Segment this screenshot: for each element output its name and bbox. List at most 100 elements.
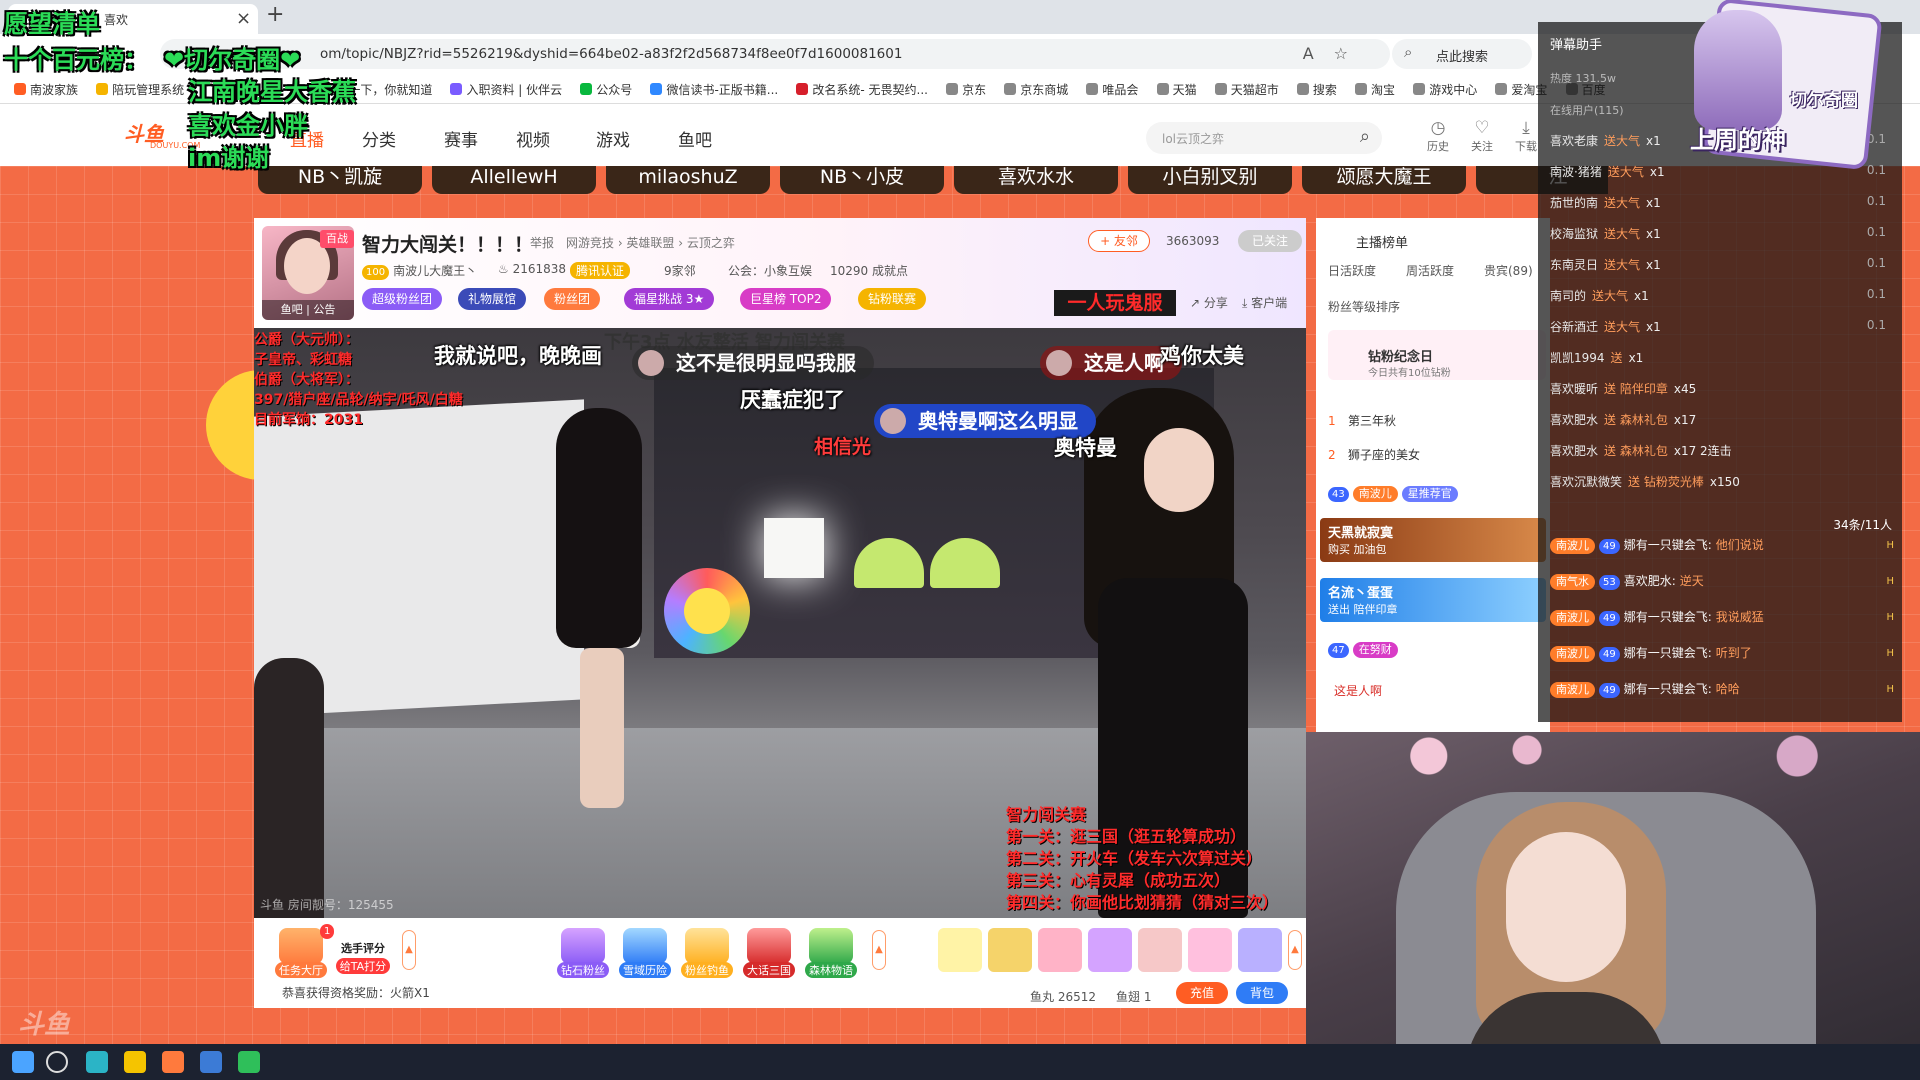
avatar-label[interactable]: 鱼吧 | 公告 — [262, 300, 354, 320]
bookmark-item[interactable]: 天猫 — [1156, 81, 1197, 98]
rank-item[interactable]: NB丶凯旋 — [258, 166, 422, 194]
read-aloud-icon[interactable]: A — [1303, 44, 1334, 63]
rank-item[interactable]: NB丶小皮 — [780, 166, 944, 194]
danmu-text: 相信光 — [814, 436, 872, 458]
rank-item[interactable]: AllellewH — [432, 166, 596, 194]
follow-button[interactable]: ♡ 关注 — [1462, 118, 1502, 154]
nav-events[interactable]: 赛事 — [444, 126, 478, 151]
windows-start-icon[interactable] — [12, 1051, 34, 1073]
close-icon[interactable]: × — [236, 8, 251, 29]
gift-card-icon[interactable] — [1088, 928, 1132, 972]
bookmark-item[interactable]: 改名系统- 无畏契约... — [796, 81, 928, 98]
bookmark-item[interactable]: 微信读书-正版书籍... — [650, 81, 778, 98]
chip-diamond-league[interactable]: 钻粉联赛 — [858, 288, 927, 310]
chip-fan-club[interactable]: 粉丝团 — [544, 288, 601, 310]
bookmark-item[interactable]: 淘宝 — [1355, 81, 1395, 98]
gift-card-icon[interactable] — [1138, 928, 1182, 972]
tab-weekly-activity[interactable]: 周活跃度 — [1406, 262, 1454, 279]
site-search-input[interactable]: lol云顶之弈 — [1162, 130, 1224, 147]
bookmark-item[interactable]: 入职资料 | 伙伴云 — [450, 81, 562, 98]
video-player[interactable]: 公爵（大元帅）： 子皇帝、彩虹糖 伯爵（大将军）： 397/猎户座/品轮/纳宇/… — [254, 328, 1306, 918]
wechat-icon[interactable] — [238, 1051, 260, 1073]
danmu-text: 厌蠢症犯了 — [740, 388, 845, 412]
bookmark-item[interactable]: 唯品会 — [1086, 81, 1138, 98]
chip-gift-hall[interactable]: 礼物展馆 — [458, 288, 527, 310]
collapse-arrow[interactable]: ▲ — [872, 930, 886, 970]
tab-vip[interactable]: 贵宾(89) — [1484, 262, 1533, 279]
share-button[interactable]: ↗ 分享 — [1190, 294, 1228, 311]
friend-button[interactable]: + 友邻 — [1088, 230, 1150, 252]
charge-button[interactable]: 充值 — [1176, 982, 1228, 1004]
diamond-fan-memorial: 钻粉纪念日 今日共有10位钻粉 — [1328, 330, 1546, 380]
bookmark-item[interactable]: 京东商城 — [1004, 81, 1068, 98]
search-icon[interactable] — [46, 1051, 68, 1073]
gift-card-icon[interactable] — [1038, 928, 1082, 972]
rank-item[interactable]: 颂愿大魔王 — [1302, 166, 1466, 194]
star-icon[interactable]: ☆ — [1334, 44, 1368, 63]
gift-card-icon[interactable] — [1188, 928, 1232, 972]
event-banner[interactable]: 名流丶蛋蛋 送出 陪伴印章 — [1320, 578, 1546, 622]
category-breadcrumb[interactable]: 网游竞技 › 英雄联盟 › 云顶之弈 — [566, 234, 735, 251]
site-search[interactable]: lol云顶之弈 ⌕ — [1146, 122, 1382, 154]
chat-quote: 这是人啊 — [1334, 684, 1383, 698]
nav-games[interactable]: 游戏 — [596, 126, 630, 151]
douyu-icon[interactable] — [162, 1051, 184, 1073]
client-button[interactable]: ⤓ 客户端 — [1242, 294, 1287, 311]
gift-card-icon[interactable] — [1238, 928, 1282, 972]
chip-lucky-star[interactable]: 福星挑战 3★ — [624, 288, 715, 310]
search-icon[interactable]: ⌕ — [1360, 126, 1370, 147]
gift-fishing[interactable]: 粉丝钓鱼 — [678, 928, 736, 978]
facecam-lights — [1306, 732, 1920, 792]
facecam — [1306, 732, 1920, 1080]
app-icon[interactable] — [124, 1051, 146, 1073]
tab-daily-activity[interactable]: 日活跃度 — [1328, 262, 1376, 279]
backpack-button[interactable]: 背包 — [1236, 982, 1288, 1004]
history-button[interactable]: ◷ 历史 — [1418, 118, 1458, 154]
event-banner[interactable]: 天黑就寂寞 购买 加油包 — [1320, 518, 1546, 562]
nav-category[interactable]: 分类 — [362, 126, 396, 151]
anchor-rank-title[interactable]: 主播榜单 — [1356, 232, 1408, 251]
nav-video[interactable]: 视频 — [516, 126, 550, 151]
rank-item[interactable]: 小白别叉别 — [1128, 166, 1292, 194]
bookmark-item[interactable]: 京东 — [946, 81, 986, 98]
app-icon[interactable] — [200, 1051, 222, 1073]
bookmark-item[interactable]: 搜索 — [1296, 81, 1337, 98]
gift-forest-story[interactable]: 森林物语 — [802, 928, 860, 978]
edge-icon[interactable] — [86, 1051, 108, 1073]
bookmark-item[interactable]: 南波家族 — [14, 81, 78, 98]
family-count[interactable]: 9家邻 — [664, 262, 696, 279]
sticker-overlay: 切尔奇圈 上周的神 — [1690, 0, 1890, 171]
bookmark-item[interactable]: 陪玩管理系统 — [96, 81, 184, 98]
url-box[interactable]: om/topic/NBJZ?rid=5526219&dyshid=664be02… — [160, 39, 1390, 69]
video-lamp — [764, 518, 824, 578]
gift-snow-adventure[interactable]: 雪域历险 — [616, 928, 674, 978]
gift-thumb-icon[interactable] — [938, 928, 982, 972]
gift-trophy-icon[interactable] — [988, 928, 1032, 972]
bookmark-item[interactable]: 游戏中心 — [1413, 81, 1477, 98]
bookmark-item[interactable]: 公众号 — [580, 81, 632, 98]
report-link[interactable]: 举报 — [530, 234, 554, 251]
rank-row[interactable]: 1 第三年秋 — [1328, 412, 1396, 429]
chip-super-fans[interactable]: 超级粉丝团 — [362, 288, 443, 310]
collapse-arrow[interactable]: ▲ — [1288, 930, 1302, 970]
fan-sort-toggle[interactable]: 粉丝等级排序 — [1328, 298, 1400, 315]
chip-star-rank[interactable]: 巨星榜 TOP2 — [740, 288, 832, 310]
follower-count: 3663093 — [1166, 234, 1220, 248]
gift-three-kingdoms[interactable]: 大话三国 — [740, 928, 798, 978]
new-tab-icon[interactable]: + — [266, 2, 284, 27]
bookmark-item[interactable]: 天猫超市 — [1214, 81, 1279, 98]
guild-name[interactable]: 公会：小象互娱 — [728, 262, 812, 279]
globe-icon — [1214, 83, 1227, 95]
collapse-arrow[interactable]: ▲ — [402, 930, 416, 970]
rank-item[interactable]: milaoshuZ — [606, 166, 770, 194]
followed-button[interactable]: 已关注 — [1238, 230, 1302, 252]
gift-diamond-fans[interactable]: 钻石粉丝 — [554, 928, 612, 978]
wishlist-line: 江南晚星大香蕉 — [188, 78, 356, 106]
rank-row[interactable]: 2 狮子座的美女 — [1328, 446, 1420, 463]
rank-item[interactable]: 喜欢水水 — [954, 166, 1118, 194]
rate-button[interactable]: 选手评分 给TA打分 — [334, 928, 392, 974]
nav-yuba[interactable]: 鱼吧 — [678, 126, 712, 151]
anchor-avatar[interactable]: 百战 鱼吧 | 公告 — [262, 226, 354, 320]
browser-search[interactable]: ⌕ 点此搜索 — [1392, 39, 1532, 69]
url-input[interactable]: om/topic/NBJZ?rid=5526219&dyshid=664be02… — [320, 46, 902, 62]
